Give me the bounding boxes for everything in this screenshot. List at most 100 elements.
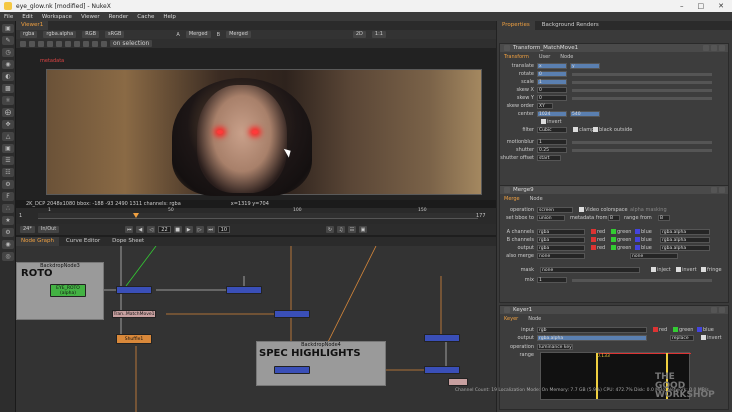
furnace-tool-icon[interactable]: F xyxy=(2,192,14,201)
maximize-icon[interactable]: □ xyxy=(698,2,705,10)
proxy-dropdown[interactable]: 2D xyxy=(352,31,366,38)
image-tool-icon[interactable]: ▣ xyxy=(2,24,14,33)
channel-tool-icon[interactable]: ◉ xyxy=(2,60,14,69)
transform-name[interactable]: Transform_MatchMove1 xyxy=(513,45,578,51)
out-blue-checkbox[interactable]: blue xyxy=(634,245,652,251)
panel-help-icon[interactable] xyxy=(703,45,709,51)
b-alpha-dropdown[interactable]: rgba.alpha xyxy=(660,237,710,243)
timeline[interactable]: 1 1 50 100 150 177 xyxy=(16,208,496,224)
b-green-checkbox[interactable]: green xyxy=(610,237,631,243)
prev-frame-icon[interactable]: ◁ xyxy=(147,226,156,233)
settings-tool-icon[interactable]: ⚙ xyxy=(2,228,14,237)
keyer-tool-icon[interactable]: ⚛ xyxy=(2,96,14,105)
clamp-checkbox[interactable]: clamp xyxy=(572,127,594,133)
center-y-field[interactable]: 540 xyxy=(570,111,600,117)
keyer-help-icon[interactable] xyxy=(711,307,717,313)
range-dropdown[interactable]: In/Out xyxy=(37,226,60,233)
zebra-icon[interactable] xyxy=(56,40,62,47)
backdrop-spec-highlights[interactable]: BackdropNode4 SPEC HIGHLIGHTS xyxy=(256,341,386,386)
motionblur-field[interactable]: 1 xyxy=(537,139,567,145)
node-eye-roto[interactable]: EYE_ROTO (alpha) xyxy=(50,284,86,297)
keyer-operation-dropdown[interactable]: luminance key xyxy=(537,344,573,350)
center-x-field[interactable]: 1024 xyxy=(537,111,567,117)
draw-tool-icon[interactable]: ✎ xyxy=(2,36,14,45)
next-frame-icon[interactable]: ▷ xyxy=(195,226,204,233)
shutter-slider[interactable] xyxy=(572,149,712,152)
pause-icon[interactable] xyxy=(83,40,89,47)
tab-merge-node[interactable]: Node xyxy=(530,196,543,202)
playhead[interactable] xyxy=(133,213,139,218)
lut-dropdown[interactable]: sRGB xyxy=(105,31,125,38)
timeline-track[interactable]: 1 50 100 150 xyxy=(38,208,478,219)
particles-tool-icon[interactable]: ∴ xyxy=(2,204,14,213)
node-merge-b[interactable] xyxy=(226,286,262,294)
gain-icon[interactable] xyxy=(38,40,44,47)
3d-tool-icon[interactable]: △ xyxy=(2,132,14,141)
scale-field[interactable]: 1 xyxy=(537,79,567,85)
lock-range-icon[interactable]: ▣ xyxy=(359,226,368,233)
keyer-collapse-icon[interactable] xyxy=(504,307,510,313)
a-green-checkbox[interactable]: green xyxy=(610,229,631,235)
shutter-offset-dropdown[interactable]: start xyxy=(537,155,561,161)
skew-y-slider[interactable] xyxy=(572,97,712,100)
invert-checkbox[interactable]: invert xyxy=(540,119,562,125)
inject-checkbox[interactable]: inject xyxy=(650,267,671,273)
node-shuffle1[interactable]: Shuffle1 xyxy=(116,334,152,344)
lock-icon[interactable] xyxy=(74,40,80,47)
node-merge-a[interactable] xyxy=(116,286,152,294)
tab-curve-editor[interactable]: Curve Editor xyxy=(61,237,105,246)
merge-collapse-icon[interactable] xyxy=(504,187,510,193)
toolsets-tool-icon[interactable]: ☷ xyxy=(2,168,14,177)
stop-icon[interactable]: ■ xyxy=(173,226,182,233)
motionblur-slider[interactable] xyxy=(572,141,712,144)
a-red-checkbox[interactable]: red xyxy=(590,229,605,235)
tab-background-renders[interactable]: Background Renders xyxy=(537,21,604,30)
fps-dropdown[interactable]: 24* xyxy=(20,226,35,233)
node-transform-matchmove[interactable]: Tran..MatchMove1 xyxy=(112,310,156,318)
replace-dropdown[interactable]: replace xyxy=(670,335,694,341)
play-icon[interactable]: ▶ xyxy=(184,226,193,233)
mix-field[interactable]: 1 xyxy=(537,277,567,283)
other-tool-icon[interactable]: ⚙ xyxy=(2,180,14,189)
prev-key-icon[interactable]: ◀ xyxy=(136,226,145,233)
black-outside-checkbox[interactable]: black outside xyxy=(592,127,632,133)
metadata-tool-icon[interactable]: ☰ xyxy=(2,156,14,165)
node-graph-canvas[interactable]: BackdropNode3 ROTO BackdropNode4 SPEC HI… xyxy=(16,246,496,412)
time-tool-icon[interactable]: ◷ xyxy=(2,48,14,57)
output-dropdown[interactable]: rgba xyxy=(537,245,585,251)
tab-user[interactable]: User xyxy=(539,54,550,60)
panel-float-icon[interactable] xyxy=(711,45,717,51)
keyer-blue-checkbox[interactable]: blue xyxy=(696,327,714,333)
rotate-field[interactable]: 0 xyxy=(537,71,567,77)
minimize-icon[interactable]: – xyxy=(680,2,684,10)
menu-edit[interactable]: Edit xyxy=(22,14,33,20)
keyer-name[interactable]: Keyer1 xyxy=(513,307,532,313)
node-merge-c[interactable] xyxy=(274,310,310,318)
color-tool-icon[interactable]: ◐ xyxy=(2,72,14,81)
colorspace-dropdown[interactable]: RGB xyxy=(82,31,100,38)
keyer-close-icon[interactable] xyxy=(719,307,725,313)
close-icon[interactable]: ✕ xyxy=(718,2,724,10)
collapse-icon[interactable] xyxy=(504,45,510,51)
tab-keyer[interactable]: Keyer xyxy=(504,316,518,322)
a-blue-checkbox[interactable]: blue xyxy=(634,229,652,235)
out-alpha-dropdown[interactable]: rgba.alpha xyxy=(660,245,710,251)
gizmo-tool-icon[interactable]: ★ xyxy=(2,216,14,225)
merge-tool-icon[interactable]: ⨁ xyxy=(2,108,14,117)
cache-icon[interactable]: ☷ xyxy=(348,226,357,233)
zoom-dropdown[interactable]: 1:1 xyxy=(371,31,386,38)
also-merge-dropdown[interactable]: none xyxy=(537,253,585,259)
views-tool-icon[interactable]: ▣ xyxy=(2,144,14,153)
tab-node-graph[interactable]: Node Graph xyxy=(16,237,59,246)
menu-cache[interactable]: Cache xyxy=(137,14,154,20)
operation-dropdown[interactable]: screen xyxy=(537,207,573,213)
current-frame-field[interactable]: 22 xyxy=(158,226,171,233)
globe-tool-icon[interactable]: ◎ xyxy=(2,252,14,261)
node-merge-e[interactable] xyxy=(274,366,310,374)
node-small[interactable] xyxy=(448,378,468,386)
mask-invert-checkbox[interactable]: invert xyxy=(675,267,697,273)
metadata-from-dropdown[interactable]: B xyxy=(608,215,620,221)
merge-name[interactable]: Merge9 xyxy=(513,187,534,193)
refresh-icon[interactable] xyxy=(92,40,98,47)
tab-properties[interactable]: Properties xyxy=(497,21,535,30)
